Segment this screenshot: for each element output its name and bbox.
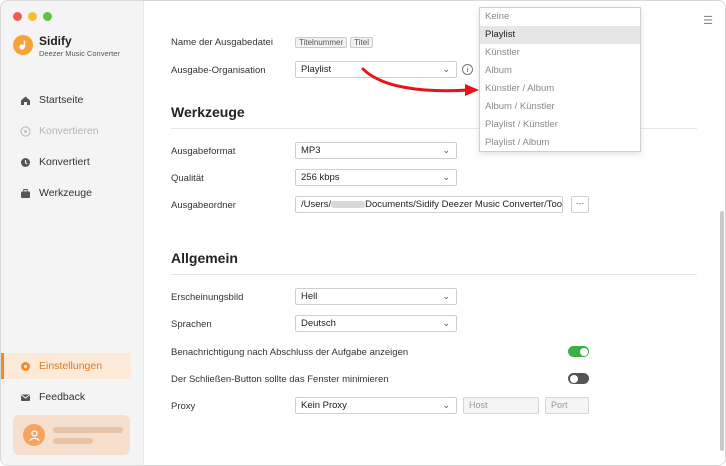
- dropdown-option[interactable]: Album: [480, 62, 640, 80]
- sidebar-item-tools[interactable]: Werkzeuge: [1, 180, 131, 206]
- home-icon: [19, 94, 31, 106]
- info-icon[interactable]: i: [462, 64, 473, 75]
- close-window-button[interactable]: [13, 12, 22, 21]
- proxy-port-input[interactable]: Port: [545, 397, 589, 414]
- organization-select[interactable]: Playlist ⌄: [295, 61, 457, 78]
- mail-icon: [19, 391, 31, 403]
- output-folder-field[interactable]: /Users/Documents/Sidify Deezer Music Con…: [295, 196, 563, 213]
- zoom-window-button[interactable]: [43, 12, 52, 21]
- browse-folder-button[interactable]: ···: [571, 196, 589, 213]
- sidebar-item-label: Werkzeuge: [39, 187, 92, 199]
- sidebar-item-label: Startseite: [39, 94, 84, 106]
- proxy-select[interactable]: Kein Proxy ⌄: [295, 397, 457, 414]
- dropdown-option[interactable]: Künstler / Album: [480, 80, 640, 98]
- filename-tags[interactable]: Titelnummer Titel: [295, 37, 455, 49]
- close-minimize-label: Der Schließen-Button sollte das Fenster …: [171, 374, 389, 385]
- chevron-down-icon: ⌄: [442, 64, 450, 74]
- avatar: [23, 424, 45, 446]
- sidebar-item-label: Feedback: [39, 391, 86, 403]
- language-select[interactable]: Deutsch ⌄: [295, 315, 457, 332]
- sidebar-item-feedback[interactable]: Feedback: [1, 384, 131, 410]
- app-window: Sidify Deezer Music Converter Startseite…: [0, 0, 726, 466]
- section-title-tools: Werkzeuge: [171, 104, 245, 120]
- appearance-value: Hell: [301, 291, 318, 302]
- appearance-label: Erscheinungsbild: [171, 292, 244, 303]
- quality-select[interactable]: 256 kbps ⌄: [295, 169, 457, 186]
- scrollbar[interactable]: [720, 211, 724, 451]
- filename-label: Name der Ausgabedatei: [171, 37, 273, 48]
- sidebar-item-label: Konvertiert: [39, 156, 90, 168]
- folder-path-suffix: Documents/Sidify Deezer Music Converter/…: [365, 199, 563, 210]
- proxy-value: Kein Proxy: [301, 400, 347, 411]
- chevron-down-icon: ⌄: [442, 291, 450, 301]
- app-logo-icon: [13, 35, 33, 55]
- organization-value: Playlist: [301, 64, 332, 75]
- minimize-window-button[interactable]: [28, 12, 37, 21]
- chevron-down-icon: ⌄: [442, 318, 450, 328]
- folder-path-prefix: /Users/: [301, 199, 332, 210]
- appearance-select[interactable]: Hell ⌄: [295, 288, 457, 305]
- notify-toggle[interactable]: [568, 346, 589, 357]
- organization-dropdown[interactable]: Keine Playlist Künstler Album Künstler /…: [479, 7, 641, 152]
- toolbox-icon: [19, 187, 31, 199]
- sidebar: Sidify Deezer Music Converter Startseite…: [1, 1, 144, 465]
- dropdown-option[interactable]: Keine: [480, 8, 640, 26]
- user-account-card[interactable]: [13, 415, 130, 455]
- app-name: Sidify: [39, 34, 72, 48]
- username-redacted: [331, 200, 366, 208]
- format-label: Ausgabeformat: [171, 146, 236, 157]
- convert-icon: [19, 125, 31, 137]
- proxy-host-input[interactable]: Host: [463, 397, 539, 414]
- section-title-general: Allgemein: [171, 250, 238, 266]
- sidebar-item-label: Einstellungen: [39, 360, 103, 372]
- sidebar-item-converted[interactable]: Konvertiert: [1, 149, 131, 175]
- sidebar-item-settings[interactable]: Einstellungen: [1, 353, 131, 379]
- format-select[interactable]: MP3 ⌄: [295, 142, 457, 159]
- dropdown-option[interactable]: Playlist / Album: [480, 134, 640, 152]
- quality-value: 256 kbps: [301, 172, 340, 183]
- toggle-knob: [569, 374, 578, 383]
- chevron-down-icon: ⌄: [442, 145, 450, 155]
- notify-label: Benachrichtigung nach Abschluss der Aufg…: [171, 347, 409, 358]
- toggle-knob: [579, 347, 588, 356]
- app-subtitle: Deezer Music Converter: [39, 49, 120, 58]
- filename-tag[interactable]: Titel: [350, 37, 373, 48]
- window-controls: [13, 12, 52, 21]
- hamburger-menu-icon[interactable]: ☰: [703, 14, 713, 27]
- language-label: Sprachen: [171, 319, 212, 330]
- sidebar-item-convert[interactable]: Konvertieren: [1, 118, 131, 144]
- dropdown-option[interactable]: Album / Künstler: [480, 98, 640, 116]
- dropdown-option[interactable]: Playlist / Künstler: [480, 116, 640, 134]
- close-minimize-toggle[interactable]: [568, 373, 589, 384]
- quality-label: Qualität: [171, 173, 204, 184]
- clock-icon: [19, 156, 31, 168]
- dropdown-option[interactable]: Künstler: [480, 44, 640, 62]
- dropdown-option-selected[interactable]: Playlist: [480, 26, 640, 44]
- sidebar-item-home[interactable]: Startseite: [1, 87, 131, 113]
- language-value: Deutsch: [301, 318, 336, 329]
- folder-label: Ausgabeordner: [171, 200, 236, 211]
- divider: [171, 274, 697, 275]
- organization-label: Ausgabe-Organisation: [171, 65, 266, 76]
- proxy-label: Proxy: [171, 401, 196, 412]
- chevron-down-icon: ⌄: [442, 400, 450, 410]
- sidebar-item-label: Konvertieren: [39, 125, 99, 137]
- chevron-down-icon: ⌄: [442, 172, 450, 182]
- user-email-redacted: [53, 427, 123, 433]
- settings-icon: [19, 360, 31, 372]
- format-value: MP3: [301, 145, 321, 156]
- filename-tag[interactable]: Titelnummer: [295, 37, 348, 48]
- user-name-redacted: [53, 438, 93, 444]
